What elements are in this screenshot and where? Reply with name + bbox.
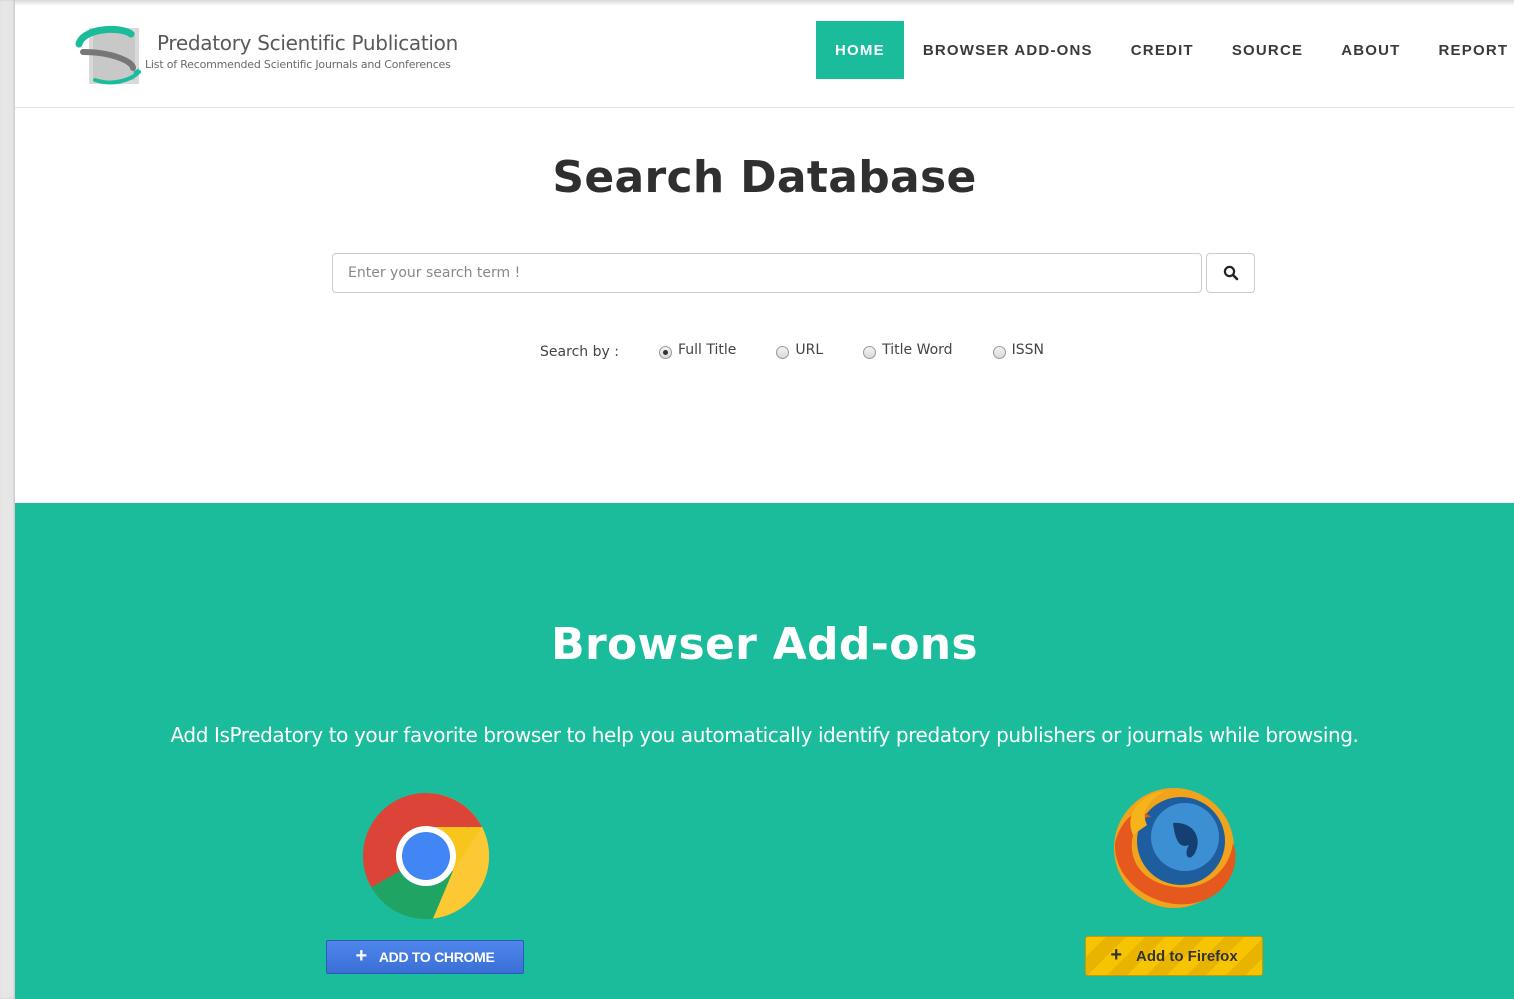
add-to-firefox-label: Add to Firefox — [1136, 947, 1238, 965]
addons-title: Browser Add-ons — [551, 619, 978, 670]
radio-button[interactable] — [992, 345, 1006, 359]
radio-issn[interactable]: ISSN — [992, 342, 1044, 359]
radio-label: ISSN — [1011, 342, 1044, 358]
site-header: Predatory Scientific Publication List of… — [15, 6, 1514, 108]
radio-label: Title Word — [882, 342, 953, 358]
radio-full-title[interactable]: Full Title — [658, 342, 737, 359]
nav-about[interactable]: ABOUT — [1322, 21, 1419, 79]
search-input[interactable] — [332, 253, 1202, 293]
add-to-chrome-button[interactable]: + ADD TO CHROME — [326, 940, 524, 974]
radio-button[interactable] — [658, 345, 672, 359]
radio-button[interactable] — [776, 345, 790, 359]
main-nav: HOME BROWSER ADD-ONS CREDIT SOURCE ABOUT… — [816, 21, 1514, 79]
brand-title[interactable]: Predatory Scientific Publication — [157, 31, 458, 55]
browser-addons-section: Browser Add-ons Add IsPredatory to your … — [15, 503, 1514, 999]
radio-label: Full Title — [677, 342, 737, 358]
nav-report[interactable]: REPORT — [1420, 21, 1514, 79]
nav-browser-add-ons[interactable]: BROWSER ADD-ONS — [904, 21, 1112, 79]
search-button[interactable] — [1206, 253, 1255, 293]
radio-title-word[interactable]: Title Word — [863, 342, 953, 359]
nav-home[interactable]: HOME — [816, 21, 904, 79]
search-title: Search Database — [552, 152, 977, 203]
add-to-chrome-label: ADD TO CHROME — [378, 949, 495, 965]
nav-source[interactable]: SOURCE — [1213, 21, 1322, 79]
window-edge — [0, 0, 15, 999]
chrome-logo-icon — [362, 792, 490, 920]
add-to-firefox-button[interactable]: + Add to Firefox — [1085, 936, 1263, 976]
site-logo-icon[interactable] — [73, 22, 153, 88]
search-by-label: Search by : — [540, 344, 619, 360]
radio-label: URL — [795, 342, 824, 358]
plus-icon: + — [355, 944, 367, 967]
radio-url[interactable]: URL — [776, 342, 823, 359]
addons-description: Add IsPredatory to your favorite browser… — [170, 723, 1359, 747]
search-by-options: Search by : Full Title URL Title Word IS… — [0, 340, 1514, 360]
radio-button[interactable] — [863, 345, 877, 359]
search-icon — [1223, 265, 1238, 281]
firefox-logo-icon — [1114, 788, 1236, 908]
nav-credit[interactable]: CREDIT — [1112, 21, 1213, 79]
plus-icon: + — [1110, 943, 1122, 966]
brand-subtitle: List of Recommended Scientific Journals … — [145, 58, 451, 71]
